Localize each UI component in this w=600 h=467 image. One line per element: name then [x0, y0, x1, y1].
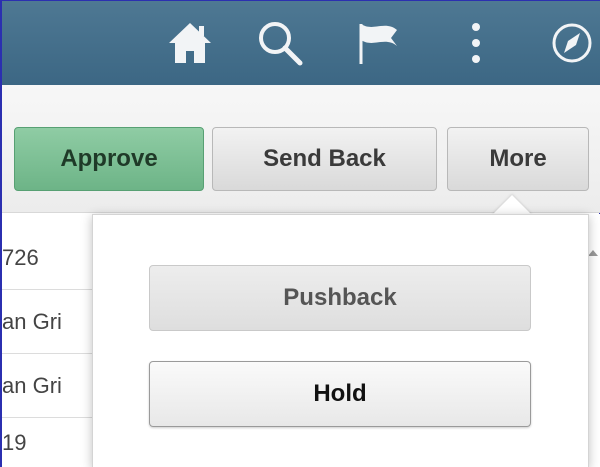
scroll-up-arrow[interactable]: [588, 250, 598, 256]
approve-button[interactable]: Approve: [14, 127, 204, 191]
list-item[interactable]: an Gri: [2, 290, 102, 354]
send-back-button[interactable]: Send Back: [212, 127, 437, 191]
search-button[interactable]: [250, 1, 310, 85]
action-toolbar: Approve Send Back More: [2, 85, 600, 213]
home-button[interactable]: [162, 1, 218, 85]
app-header: [2, 1, 600, 85]
actions-button[interactable]: [458, 1, 494, 85]
navbar-button[interactable]: [542, 1, 600, 85]
flag-icon: [359, 24, 397, 64]
hold-button[interactable]: Hold: [149, 361, 531, 427]
list-item[interactable]: an Gri: [2, 354, 102, 418]
home-icon: [169, 23, 211, 63]
list-item[interactable]: 726: [2, 226, 102, 290]
popup-pointer: [492, 195, 532, 215]
notifications-button[interactable]: [348, 1, 406, 85]
list-item[interactable]: 19: [2, 418, 102, 467]
more-button[interactable]: More: [447, 127, 589, 191]
more-vertical-icon: [472, 23, 480, 63]
compass-icon: [552, 23, 592, 63]
search-icon: [259, 22, 303, 66]
pushback-button[interactable]: Pushback: [149, 265, 531, 331]
more-actions-popup: Pushback Hold: [92, 214, 589, 467]
